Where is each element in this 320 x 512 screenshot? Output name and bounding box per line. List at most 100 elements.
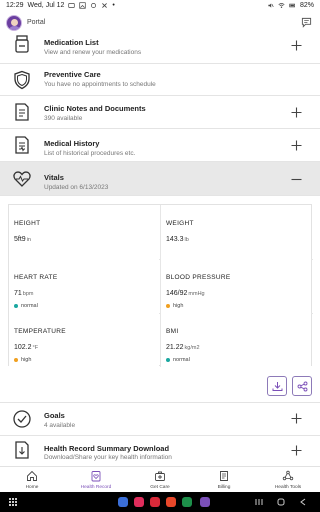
avatar[interactable] bbox=[6, 15, 22, 31]
nav-get-care[interactable]: Get Care bbox=[128, 467, 192, 493]
home-button-icon[interactable] bbox=[276, 497, 286, 507]
vital-value: 5ft9in bbox=[14, 236, 31, 243]
chat-icon[interactable] bbox=[301, 17, 312, 28]
battery-icon bbox=[289, 3, 295, 8]
invoice-icon bbox=[220, 471, 228, 481]
status-badge: high bbox=[166, 303, 183, 309]
status-date: Wed, Jul 12 bbox=[27, 2, 65, 9]
plus-icon[interactable] bbox=[291, 445, 302, 456]
app-drawer-icon[interactable] bbox=[8, 497, 18, 507]
row-goals[interactable]: Goals 4 available bbox=[0, 402, 320, 436]
vital-heart-rate: HEART RATE 71bpm normal bbox=[9, 259, 159, 313]
row-subtitle: You have no appointments to schedule bbox=[44, 81, 156, 88]
minus-icon[interactable] bbox=[291, 174, 302, 185]
back-icon[interactable] bbox=[298, 497, 308, 507]
row-title: Medication List bbox=[44, 38, 99, 47]
mute-icon bbox=[268, 3, 274, 8]
row-title: Clinic Notes and Documents bbox=[44, 104, 146, 113]
plus-icon[interactable] bbox=[291, 140, 302, 151]
vital-blood-pressure: BLOOD PRESSURE 146/92mmHg high bbox=[161, 259, 311, 313]
news-app-icon[interactable] bbox=[182, 497, 192, 507]
no-sound-icon bbox=[102, 3, 108, 8]
nav-label: Health Record bbox=[80, 485, 112, 490]
nav-label: Billing bbox=[217, 485, 231, 490]
row-clinic-notes[interactable]: Clinic Notes and Documents 390 available bbox=[0, 96, 320, 129]
nav-label: Get Care bbox=[150, 485, 170, 490]
nav-billing[interactable]: Billing bbox=[192, 467, 256, 493]
status-dot bbox=[14, 304, 18, 308]
row-subtitle: Download/Share your key health informati… bbox=[44, 454, 172, 461]
vital-weight: WEIGHT 143.3lb bbox=[161, 205, 311, 259]
row-title: Medical History bbox=[44, 139, 100, 148]
vital-value: 102.2°F bbox=[14, 344, 39, 351]
plus-icon[interactable] bbox=[291, 107, 302, 118]
vital-value: 71bpm bbox=[14, 290, 34, 297]
vital-label: HEART RATE bbox=[14, 274, 58, 281]
row-preventive-care[interactable]: Preventive Care You have no appointments… bbox=[0, 64, 320, 96]
gallery-icon bbox=[79, 2, 87, 9]
download-button[interactable] bbox=[267, 376, 287, 396]
notification-icon bbox=[68, 3, 76, 8]
row-subtitle: 390 available bbox=[44, 115, 83, 122]
clipboard-heart-icon bbox=[91, 471, 101, 482]
status-badge: high bbox=[14, 357, 31, 363]
vital-label: HEIGHT bbox=[14, 220, 41, 227]
pill-bottle-icon bbox=[15, 35, 29, 53]
row-title: Vitals bbox=[44, 173, 64, 182]
share-icon bbox=[297, 381, 308, 392]
phone-app-icon[interactable] bbox=[118, 497, 128, 507]
share-button[interactable] bbox=[292, 376, 312, 396]
row-title: Health Record Summary Download bbox=[44, 444, 170, 453]
row-subtitle: View and renew your medications bbox=[44, 49, 142, 56]
nav-health-record[interactable]: Health Record bbox=[64, 467, 128, 493]
health-app-icon[interactable] bbox=[200, 497, 210, 507]
vital-height: HEIGHT 5ft9in bbox=[9, 205, 159, 259]
status-dot bbox=[166, 304, 170, 308]
nav-label: Home bbox=[25, 485, 39, 490]
row-title: Goals bbox=[44, 411, 65, 420]
row-subtitle: List of historical procedures etc. bbox=[44, 150, 136, 157]
status-dot bbox=[14, 358, 18, 362]
nav-label: Health Tools bbox=[274, 485, 302, 490]
video-app-icon[interactable] bbox=[150, 497, 160, 507]
recents-icon[interactable] bbox=[254, 497, 264, 507]
plus-icon[interactable] bbox=[291, 413, 302, 424]
wifi-icon bbox=[278, 3, 285, 8]
history-document-icon bbox=[15, 136, 29, 154]
download-icon bbox=[272, 382, 283, 391]
row-vitals[interactable]: Vitals Updated on 6/13/2023 bbox=[0, 162, 320, 196]
battery-percent: 82% bbox=[299, 2, 314, 9]
check-circle-icon bbox=[13, 410, 31, 428]
flower-app-icon[interactable] bbox=[134, 497, 144, 507]
app-bar: Portal bbox=[0, 12, 320, 34]
vital-value: 146/92mmHg bbox=[166, 290, 205, 297]
nav-home[interactable]: Home bbox=[0, 467, 64, 493]
download-document-icon bbox=[15, 441, 29, 459]
row-title: Preventive Care bbox=[44, 70, 101, 79]
vital-temperature: TEMPERATURE 102.2°F high bbox=[9, 313, 159, 367]
vital-value: 143.3lb bbox=[166, 236, 189, 243]
document-icon bbox=[15, 103, 29, 121]
nav-health-tools[interactable]: Health Tools bbox=[256, 467, 320, 493]
row-medical-history[interactable]: Medical History List of historical proce… bbox=[0, 129, 320, 162]
vital-label: WEIGHT bbox=[166, 220, 194, 227]
vital-label: BMI bbox=[166, 328, 179, 335]
status-bar: 12:29 Wed, Jul 12 • 82% bbox=[0, 0, 320, 12]
status-badge: normal bbox=[166, 357, 190, 363]
bottom-nav: Home Health Record Get Care Billing Heal… bbox=[0, 466, 320, 492]
row-medication-list[interactable]: Medication List View and renew your medi… bbox=[0, 34, 320, 64]
people-network-icon bbox=[282, 470, 294, 481]
row-subtitle: 4 available bbox=[44, 422, 76, 429]
medical-bag-icon bbox=[155, 471, 165, 481]
flipboard-app-icon[interactable] bbox=[166, 497, 176, 507]
plus-icon[interactable] bbox=[291, 40, 302, 51]
shield-icon bbox=[14, 70, 30, 90]
row-health-record-summary[interactable]: Health Record Summary Download Download/… bbox=[0, 436, 320, 466]
vital-bmi: BMI 21.22kg/m2 normal bbox=[161, 313, 311, 367]
vital-label: BLOOD PRESSURE bbox=[166, 274, 231, 281]
more-dot: • bbox=[112, 2, 115, 9]
vital-label: TEMPERATURE bbox=[14, 328, 66, 335]
vital-value: 21.22kg/m2 bbox=[166, 344, 200, 351]
system-dock bbox=[0, 492, 320, 512]
status-dot bbox=[166, 358, 170, 362]
